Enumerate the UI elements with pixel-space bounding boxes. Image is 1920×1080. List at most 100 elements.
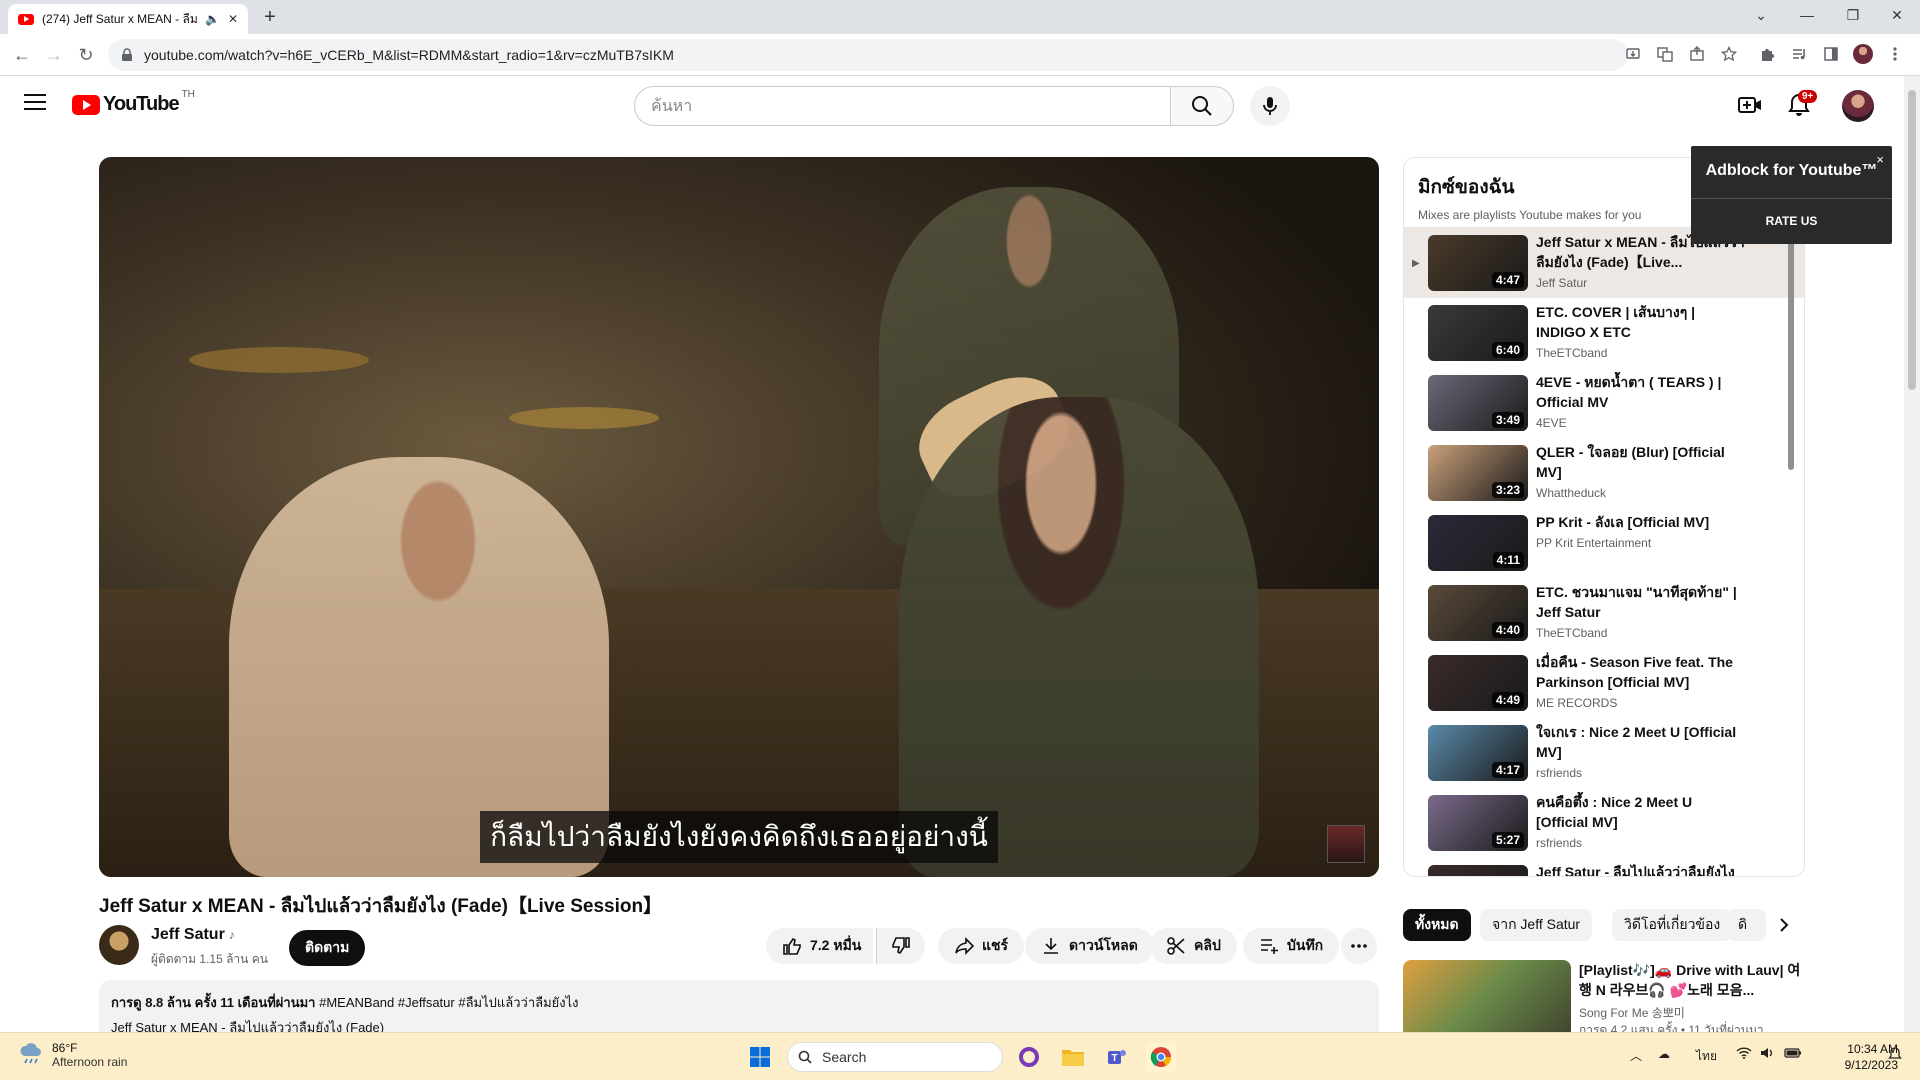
recommended-video[interactable]: [Playlist🎶]🚗 Drive with Lauv| 여행 N 라우브🎧 …: [1403, 960, 1805, 1054]
taskbar-search[interactable]: Search: [787, 1042, 1003, 1072]
speaker-icon[interactable]: 🔈: [205, 12, 220, 26]
reload-button[interactable]: ↻: [74, 43, 98, 67]
browser-tab-youtube[interactable]: (274) Jeff Satur x MEAN - ลืมไ 🔈 ✕: [8, 4, 248, 34]
mix-item-thumbnail[interactable]: 4:49: [1428, 655, 1528, 711]
voice-search-button[interactable]: [1250, 86, 1290, 126]
mix-item[interactable]: 5:27 คนคือตึ้ง : Nice 2 Meet U [Official …: [1404, 788, 1804, 858]
search-button[interactable]: [1170, 86, 1234, 126]
mix-item-thumbnail[interactable]: 4:17: [1428, 725, 1528, 781]
close-window-button[interactable]: ✕: [1874, 0, 1920, 30]
chip-more[interactable]: ดิ: [1726, 909, 1766, 941]
onedrive-cloud-icon[interactable]: ☁: [1658, 1047, 1670, 1061]
mix-item-thumbnail[interactable]: 3:49: [1428, 375, 1528, 431]
mix-item[interactable]: 4:11 PP Krit - ลังเล [Official MV] PP Krit…: [1404, 508, 1804, 578]
chip-from-channel[interactable]: จาก Jeff Satur: [1480, 909, 1593, 941]
input-language[interactable]: ไทย: [1696, 1047, 1717, 1066]
mix-item-thumbnail[interactable]: 4:11: [1428, 515, 1528, 571]
share-page-icon[interactable]: [1686, 43, 1708, 65]
clip-button[interactable]: คลิป: [1150, 928, 1237, 964]
adblock-rate-button[interactable]: RATE US: [1691, 214, 1892, 228]
recommended-title[interactable]: [Playlist🎶]🚗 Drive with Lauv| 여행 N 라우브🎧 …: [1579, 960, 1805, 1000]
mix-item-title[interactable]: ใจเกเร : Nice 2 Meet U [Official MV]: [1536, 722, 1746, 762]
search-input[interactable]: ค้นหา: [634, 86, 1171, 126]
side-panel-icon[interactable]: [1820, 43, 1842, 65]
bookmark-star-icon[interactable]: [1718, 43, 1740, 65]
mix-item-thumbnail[interactable]: 3:23: [1428, 445, 1528, 501]
wifi-icon[interactable]: [1736, 1047, 1752, 1059]
mix-item-thumbnail[interactable]: 4:40: [1428, 585, 1528, 641]
guide-menu-icon[interactable]: [24, 94, 46, 112]
back-button[interactable]: ←: [10, 43, 34, 67]
channel-name[interactable]: Jeff Satur ♪: [151, 926, 235, 944]
mix-item-thumbnail[interactable]: 4:47: [1428, 235, 1528, 291]
account-avatar[interactable]: [1842, 90, 1874, 122]
minimize-button[interactable]: —: [1784, 0, 1830, 30]
page-scrollbar[interactable]: [1904, 76, 1920, 1032]
mix-item-title[interactable]: ETC. COVER | เส้นบางๆ | INDIGO X ETC: [1536, 302, 1746, 342]
media-control-icon[interactable]: [1788, 43, 1810, 65]
tab-search-chevron-icon[interactable]: ⌄: [1738, 0, 1784, 30]
volume-icon[interactable]: [1760, 1047, 1776, 1059]
mix-item[interactable]: 3:49 4EVE - หยดน้ำตา ( TEARS ) | Official…: [1404, 368, 1804, 438]
mix-item-title[interactable]: เมื่อคืน - Season Five feat. The Parkins…: [1536, 652, 1746, 692]
more-actions-button[interactable]: [1341, 928, 1377, 964]
share-label: แชร์: [982, 937, 1009, 953]
mix-item[interactable]: 6:40 ETC. COVER | เส้นบางๆ | INDIGO X ETC…: [1404, 298, 1804, 368]
profile-avatar-icon[interactable]: [1852, 43, 1874, 65]
adblock-close-icon[interactable]: ×: [1876, 152, 1884, 167]
chrome-taskbar-icon[interactable]: [1146, 1042, 1176, 1072]
restore-button[interactable]: ❐: [1830, 0, 1876, 30]
create-video-icon[interactable]: [1737, 92, 1763, 118]
mix-item[interactable]: 4:49 เมื่อคืน - Season Five feat. The Par…: [1404, 648, 1804, 718]
forward-button[interactable]: →: [42, 43, 66, 67]
chevron-right-icon[interactable]: [1772, 913, 1796, 937]
channel-watermark[interactable]: [1327, 825, 1365, 863]
save-button[interactable]: บันทึก: [1243, 928, 1340, 964]
recommended-channel[interactable]: Song For Me 송뽀미: [1579, 1004, 1805, 1021]
chip-all[interactable]: ทั้งหมด: [1403, 909, 1471, 941]
panel-scrollbar[interactable]: [1788, 240, 1794, 470]
subscribe-button[interactable]: ติดตาม: [289, 930, 366, 966]
install-app-icon[interactable]: [1622, 43, 1644, 65]
mix-item-title[interactable]: QLER - ใจลอย (Blur) [Official MV]: [1536, 442, 1746, 482]
tray-chevron-icon[interactable]: ︿: [1630, 1047, 1642, 1064]
windows-start-icon[interactable]: [745, 1042, 775, 1072]
extensions-puzzle-icon[interactable]: [1756, 43, 1778, 65]
browser-menu-icon[interactable]: [1884, 43, 1906, 65]
lock-icon: [122, 48, 132, 61]
weather-widget[interactable]: 86°F Afternoon rain: [18, 1041, 127, 1069]
notification-center-icon[interactable]: [1888, 1047, 1902, 1061]
scissors-icon: [1167, 937, 1185, 955]
channel-avatar[interactable]: [99, 925, 139, 965]
mix-item-title[interactable]: Jeff Satur - ลืมไปแล้วว่าลืมยังไง: [1536, 862, 1746, 876]
close-tab-icon[interactable]: ✕: [228, 12, 238, 26]
mix-item-title[interactable]: PP Krit - ลังเล [Official MV]: [1536, 512, 1746, 532]
mix-item-title[interactable]: ETC. ชวนมาแจม "นาทีสุดท้าย" | Jeff Satur: [1536, 582, 1746, 622]
mix-item-title[interactable]: 4EVE - หยดน้ำตา ( TEARS ) | Official MV: [1536, 372, 1746, 412]
mix-item[interactable]: 3:23 QLER - ใจลอย (Blur) [Official MV] Wha…: [1404, 438, 1804, 508]
file-explorer-icon[interactable]: [1058, 1042, 1088, 1072]
new-tab-button[interactable]: +: [258, 6, 282, 30]
mix-item-thumbnail[interactable]: [1428, 865, 1528, 876]
chip-related[interactable]: วิดีโอที่เกี่ยวข้อง: [1612, 909, 1733, 941]
mix-item-thumbnail[interactable]: 5:27: [1428, 795, 1528, 851]
mix-item-thumbnail[interactable]: 6:40: [1428, 305, 1528, 361]
translate-icon[interactable]: [1654, 43, 1676, 65]
mix-item[interactable]: 4:17 ใจเกเร : Nice 2 Meet U [Official MV]…: [1404, 718, 1804, 788]
copilot-icon[interactable]: [1014, 1042, 1044, 1072]
youtube-logo[interactable]: YouTube TH: [72, 89, 195, 116]
page-scrollbar-thumb[interactable]: [1908, 90, 1916, 390]
rain-cloud-icon: [20, 1043, 41, 1064]
teams-icon[interactable]: T: [1102, 1042, 1132, 1072]
battery-icon[interactable]: [1784, 1047, 1802, 1059]
address-bar[interactable]: youtube.com/watch?v=h6E_vCERb_M&list=RDM…: [108, 39, 1628, 71]
mix-item[interactable]: 4:40 ETC. ชวนมาแจม "นาทีสุดท้าย" | Jeff S…: [1404, 578, 1804, 648]
hashtags[interactable]: #MEANBand #Jeffsatur #ลืมไปแล้วว่าลืมยัง…: [319, 995, 578, 1010]
like-button[interactable]: 7.2 หมื่น: [766, 928, 874, 964]
dislike-button[interactable]: [876, 928, 925, 964]
mix-item[interactable]: Jeff Satur - ลืมไปแล้วว่าลืมยังไง: [1404, 858, 1804, 876]
video-player[interactable]: ก็ลืมไปว่าลืมยังไงยังคงคิดถึงเธออยู่อย่า…: [99, 157, 1379, 877]
mix-item-title[interactable]: คนคือตึ้ง : Nice 2 Meet U [Official MV]: [1536, 792, 1746, 832]
download-button[interactable]: ดาวน์โหลด: [1025, 928, 1154, 964]
share-button[interactable]: แชร์: [938, 928, 1025, 964]
